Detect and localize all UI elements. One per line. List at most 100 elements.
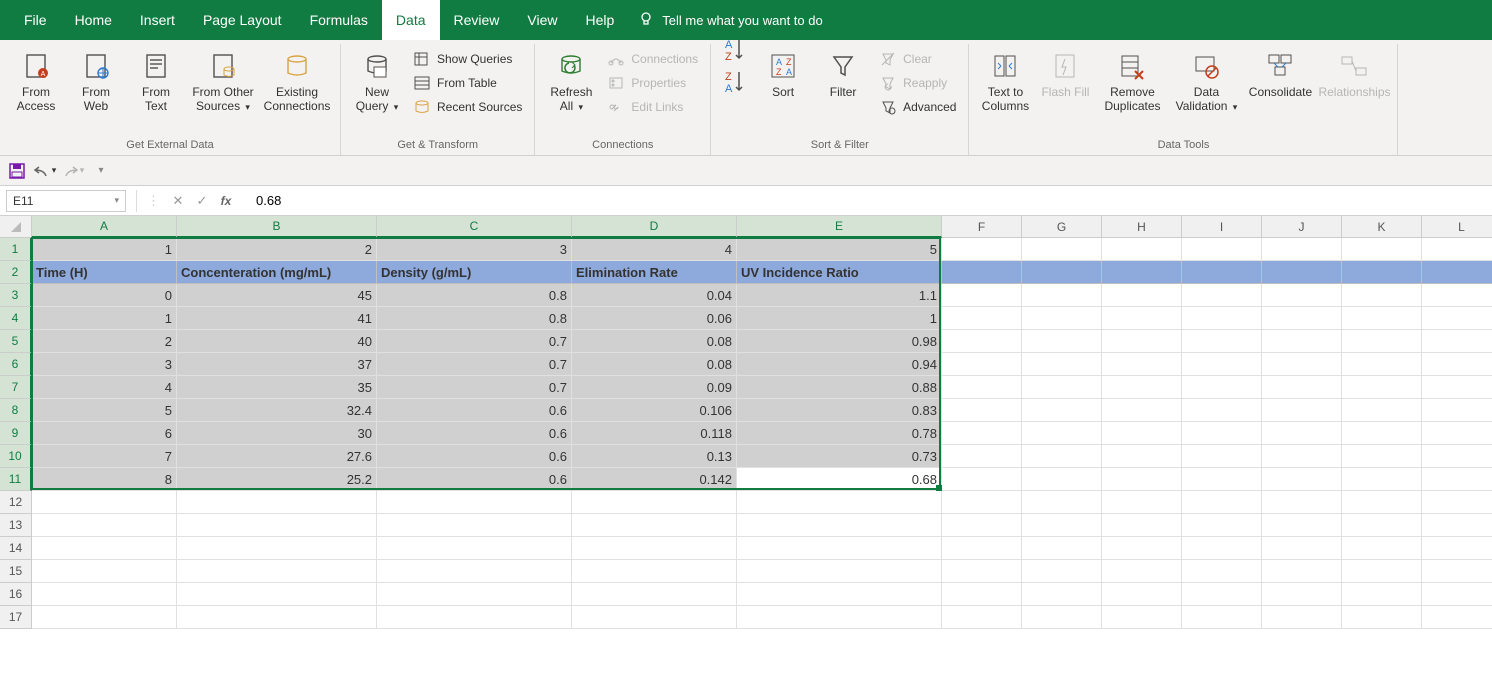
cell-L13[interactable] (1422, 514, 1492, 537)
cell-I15[interactable] (1182, 560, 1262, 583)
cell-J12[interactable] (1262, 491, 1342, 514)
from-web-button[interactable]: From Web (68, 46, 124, 116)
cell-F16[interactable] (942, 583, 1022, 606)
existing-connections-button[interactable]: Existing Connections (262, 46, 332, 116)
cell-B13[interactable] (177, 514, 377, 537)
cell-A17[interactable] (32, 606, 177, 629)
column-header-C[interactable]: C (377, 216, 572, 238)
from-other-sources-button[interactable]: From Other Sources ▾ (188, 46, 258, 116)
cell-G2[interactable] (1022, 261, 1102, 284)
cell-H5[interactable] (1102, 330, 1182, 353)
cell-K17[interactable] (1342, 606, 1422, 629)
cell-A10[interactable]: 7 (32, 445, 177, 468)
cell-F17[interactable] (942, 606, 1022, 629)
cell-H11[interactable] (1102, 468, 1182, 491)
cell-L11[interactable] (1422, 468, 1492, 491)
cell-K10[interactable] (1342, 445, 1422, 468)
cell-I10[interactable] (1182, 445, 1262, 468)
cell-I13[interactable] (1182, 514, 1262, 537)
cell-H14[interactable] (1102, 537, 1182, 560)
filter-button[interactable]: Filter (815, 46, 871, 116)
cell-D3[interactable]: 0.04 (572, 284, 737, 307)
cell-A3[interactable]: 0 (32, 284, 177, 307)
cell-E10[interactable]: 0.73 (737, 445, 942, 468)
cell-E17[interactable] (737, 606, 942, 629)
row-header-2[interactable]: 2 (0, 261, 32, 284)
cell-I9[interactable] (1182, 422, 1262, 445)
redo-icon[interactable]: ▾ (64, 162, 82, 180)
cell-G16[interactable] (1022, 583, 1102, 606)
cell-D9[interactable]: 0.118 (572, 422, 737, 445)
cell-L3[interactable] (1422, 284, 1492, 307)
cell-F6[interactable] (942, 353, 1022, 376)
cell-D1[interactable]: 4 (572, 238, 737, 261)
cell-G1[interactable] (1022, 238, 1102, 261)
cell-F8[interactable] (942, 399, 1022, 422)
cell-A8[interactable]: 5 (32, 399, 177, 422)
row-header-10[interactable]: 10 (0, 445, 32, 468)
cell-B14[interactable] (177, 537, 377, 560)
cell-D13[interactable] (572, 514, 737, 537)
sort-asc-button[interactable]: AZZA (719, 46, 751, 84)
cell-G10[interactable] (1022, 445, 1102, 468)
cell-A2[interactable]: Time (H) (32, 261, 177, 284)
cell-L17[interactable] (1422, 606, 1492, 629)
cell-I16[interactable] (1182, 583, 1262, 606)
cell-D4[interactable]: 0.06 (572, 307, 737, 330)
row-header-4[interactable]: 4 (0, 307, 32, 330)
cell-K14[interactable] (1342, 537, 1422, 560)
cell-B16[interactable] (177, 583, 377, 606)
menu-home[interactable]: Home (61, 0, 126, 40)
cell-G13[interactable] (1022, 514, 1102, 537)
cell-E9[interactable]: 0.78 (737, 422, 942, 445)
cell-A16[interactable] (32, 583, 177, 606)
column-header-A[interactable]: A (32, 216, 177, 238)
cell-J6[interactable] (1262, 353, 1342, 376)
cell-E14[interactable] (737, 537, 942, 560)
menu-insert[interactable]: Insert (126, 0, 189, 40)
text-to-columns-button[interactable]: Text to Columns (977, 46, 1033, 116)
cell-H12[interactable] (1102, 491, 1182, 514)
cell-K16[interactable] (1342, 583, 1422, 606)
cell-C7[interactable]: 0.7 (377, 376, 572, 399)
cell-I5[interactable] (1182, 330, 1262, 353)
cell-L10[interactable] (1422, 445, 1492, 468)
cell-C2[interactable]: Density (g/mL) (377, 261, 572, 284)
cell-J11[interactable] (1262, 468, 1342, 491)
cell-J2[interactable] (1262, 261, 1342, 284)
cell-I4[interactable] (1182, 307, 1262, 330)
cell-E11[interactable]: 0.68 (737, 468, 942, 491)
new-query-button[interactable]: New Query ▾ (349, 46, 405, 116)
cell-H1[interactable] (1102, 238, 1182, 261)
cell-L7[interactable] (1422, 376, 1492, 399)
cell-G12[interactable] (1022, 491, 1102, 514)
menu-page-layout[interactable]: Page Layout (189, 0, 296, 40)
flash-fill-button[interactable]: Flash Fill (1037, 46, 1093, 116)
cell-I3[interactable] (1182, 284, 1262, 307)
cell-H7[interactable] (1102, 376, 1182, 399)
cell-D15[interactable] (572, 560, 737, 583)
cell-L12[interactable] (1422, 491, 1492, 514)
cell-K5[interactable] (1342, 330, 1422, 353)
cell-J13[interactable] (1262, 514, 1342, 537)
cell-E5[interactable]: 0.98 (737, 330, 942, 353)
cell-C4[interactable]: 0.8 (377, 307, 572, 330)
cell-L6[interactable] (1422, 353, 1492, 376)
cell-C5[interactable]: 0.7 (377, 330, 572, 353)
cell-J10[interactable] (1262, 445, 1342, 468)
cell-C11[interactable]: 0.6 (377, 468, 572, 491)
cell-E7[interactable]: 0.88 (737, 376, 942, 399)
cell-A14[interactable] (32, 537, 177, 560)
cell-D7[interactable]: 0.09 (572, 376, 737, 399)
cell-B1[interactable]: 2 (177, 238, 377, 261)
cell-E3[interactable]: 1.1 (737, 284, 942, 307)
from-text-button[interactable]: From Text (128, 46, 184, 116)
cell-F2[interactable] (942, 261, 1022, 284)
cell-B5[interactable]: 40 (177, 330, 377, 353)
consolidate-button[interactable]: Consolidate (1245, 46, 1315, 116)
cell-C6[interactable]: 0.7 (377, 353, 572, 376)
cell-B10[interactable]: 27.6 (177, 445, 377, 468)
formula-input[interactable] (248, 190, 1492, 212)
cell-H4[interactable] (1102, 307, 1182, 330)
menu-help[interactable]: Help (572, 0, 629, 40)
